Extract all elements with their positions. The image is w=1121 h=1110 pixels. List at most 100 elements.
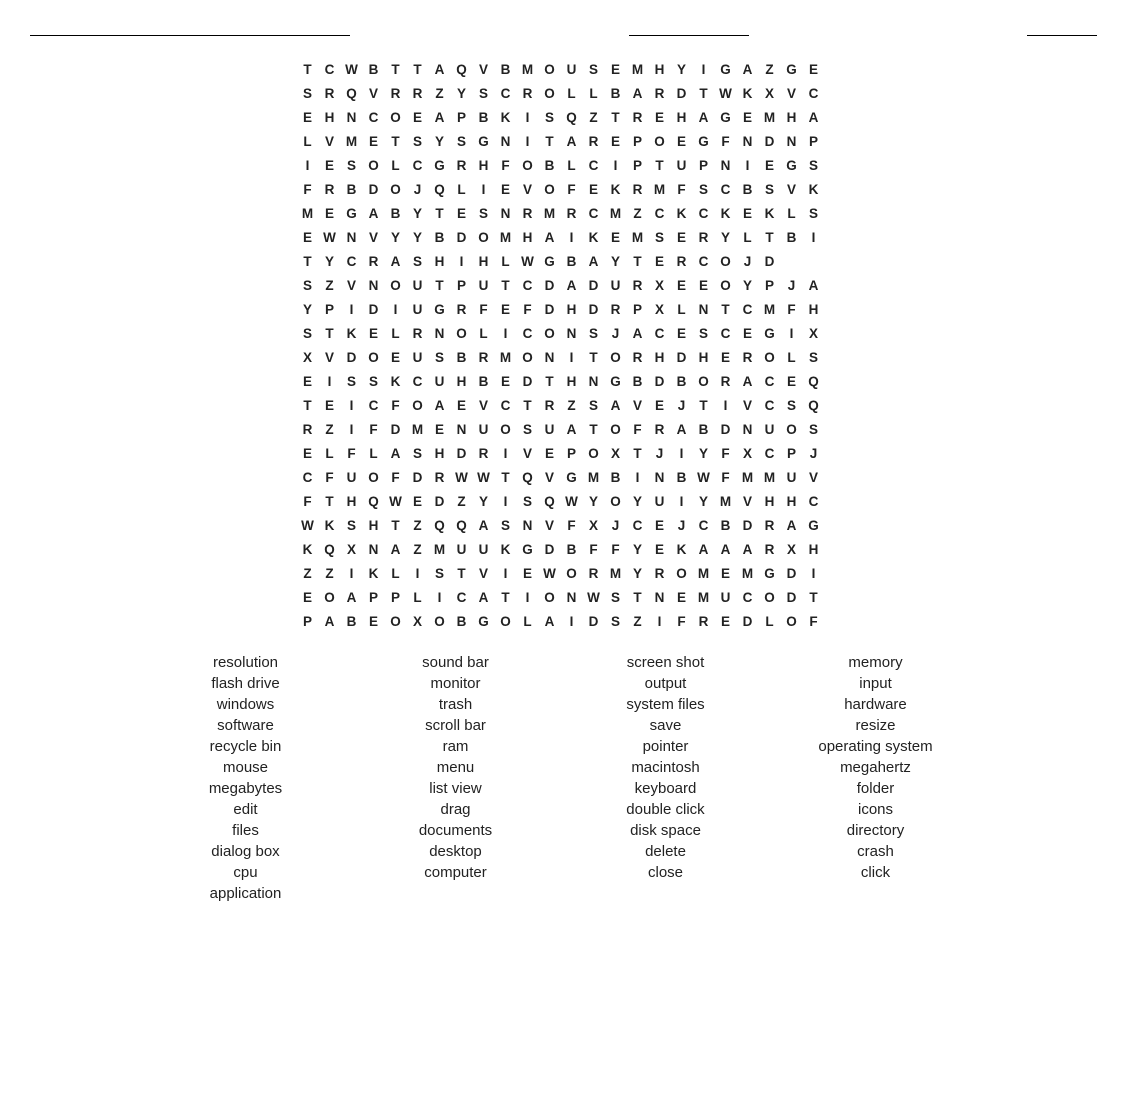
grid-cell: B <box>781 226 803 248</box>
grid-cell: D <box>737 514 759 536</box>
grid-cell: Y <box>627 490 649 512</box>
grid-cell: I <box>451 250 473 272</box>
grid-cell: U <box>671 154 693 176</box>
grid-cell: P <box>385 586 407 608</box>
grid-cell: N <box>495 202 517 224</box>
grid-cell: U <box>759 418 781 440</box>
grid-cell: I <box>627 466 649 488</box>
word-item: megabytes <box>146 780 346 797</box>
word-item: mouse <box>146 759 346 776</box>
grid-cell: X <box>759 82 781 104</box>
grid-cell: A <box>561 130 583 152</box>
grid-cell: I <box>715 394 737 416</box>
grid-cell: F <box>297 178 319 200</box>
word-item: delete <box>566 843 766 860</box>
grid-cell: O <box>385 178 407 200</box>
grid-cell: J <box>671 514 693 536</box>
grid-cell: H <box>671 106 693 128</box>
word-item <box>356 885 556 902</box>
grid-cell: N <box>495 130 517 152</box>
grid-cell: K <box>495 538 517 560</box>
grid-cell: I <box>561 226 583 248</box>
word-item: menu <box>356 759 556 776</box>
grid-cell: N <box>715 154 737 176</box>
grid-cell: M <box>341 130 363 152</box>
grid-cell: O <box>539 322 561 344</box>
grid-cell: V <box>539 466 561 488</box>
grid-cell: O <box>605 490 627 512</box>
grid-cell: E <box>319 394 341 416</box>
grid-cell: Y <box>385 226 407 248</box>
grid-cell: A <box>627 82 649 104</box>
grid-cell: K <box>671 538 693 560</box>
grid-cell: A <box>561 274 583 296</box>
grid-cell: E <box>451 202 473 224</box>
grid-cell: D <box>715 418 737 440</box>
grid-cell: F <box>517 298 539 320</box>
grid-cell: K <box>495 106 517 128</box>
grid-cell: Y <box>319 250 341 272</box>
grid-cell: C <box>759 370 781 392</box>
grid-cell: V <box>363 226 385 248</box>
grid-cell: O <box>671 562 693 584</box>
grid-cell: B <box>737 178 759 200</box>
grid-cell: L <box>781 346 803 368</box>
grid-cell: O <box>363 466 385 488</box>
grid-cell: B <box>363 58 385 80</box>
grid-cell: J <box>737 250 759 272</box>
word-item: keyboard <box>566 780 766 797</box>
grid-cell: I <box>517 586 539 608</box>
grid-cell: S <box>297 82 319 104</box>
grid-cell: S <box>363 370 385 392</box>
grid-cell: N <box>561 322 583 344</box>
grid-cell: U <box>473 418 495 440</box>
grid-cell: N <box>341 106 363 128</box>
grid-cell: R <box>627 178 649 200</box>
grid-cell: N <box>737 418 759 440</box>
grid-cell: L <box>473 322 495 344</box>
grid-cell: E <box>759 154 781 176</box>
name-underline[interactable] <box>30 18 350 36</box>
grid-cell: O <box>693 370 715 392</box>
grid-cell: U <box>605 274 627 296</box>
grid-cell: C <box>715 322 737 344</box>
grid-cell: Z <box>759 58 781 80</box>
grid-cell: S <box>803 202 825 224</box>
grid-cell: K <box>715 202 737 224</box>
grid-cell: A <box>319 610 341 632</box>
grid-cell: S <box>341 370 363 392</box>
grid-cell: I <box>561 346 583 368</box>
grid-cell: F <box>627 418 649 440</box>
grid-cell: S <box>407 250 429 272</box>
grid-cell: R <box>627 346 649 368</box>
grid-cell: V <box>517 442 539 464</box>
header <box>24 18 1097 36</box>
grid-cell: V <box>319 130 341 152</box>
grid-cell: L <box>737 226 759 248</box>
grid-cell: E <box>649 514 671 536</box>
grid-cell: F <box>341 442 363 464</box>
grid-cell: K <box>803 178 825 200</box>
grid-cell <box>803 250 825 272</box>
word-item: crash <box>776 843 976 860</box>
grid-cell: Y <box>693 490 715 512</box>
grid-cell: S <box>803 418 825 440</box>
grid-cell: D <box>451 226 473 248</box>
date-underline[interactable] <box>629 18 749 36</box>
grid-cell: D <box>759 250 781 272</box>
grid-cell: R <box>539 394 561 416</box>
grid-cell: B <box>429 226 451 248</box>
grid-cell: K <box>737 82 759 104</box>
grid-cell: E <box>495 298 517 320</box>
grid-cell: U <box>451 538 473 560</box>
period-underline[interactable] <box>1027 18 1097 36</box>
grid-cell: I <box>803 226 825 248</box>
grid-cell: P <box>693 154 715 176</box>
grid-cell: H <box>803 298 825 320</box>
grid-cell: Z <box>407 538 429 560</box>
grid-cell: G <box>715 58 737 80</box>
grid-cell: T <box>693 82 715 104</box>
grid-cell: M <box>495 346 517 368</box>
word-item: hardware <box>776 696 976 713</box>
grid-cell: S <box>407 130 429 152</box>
